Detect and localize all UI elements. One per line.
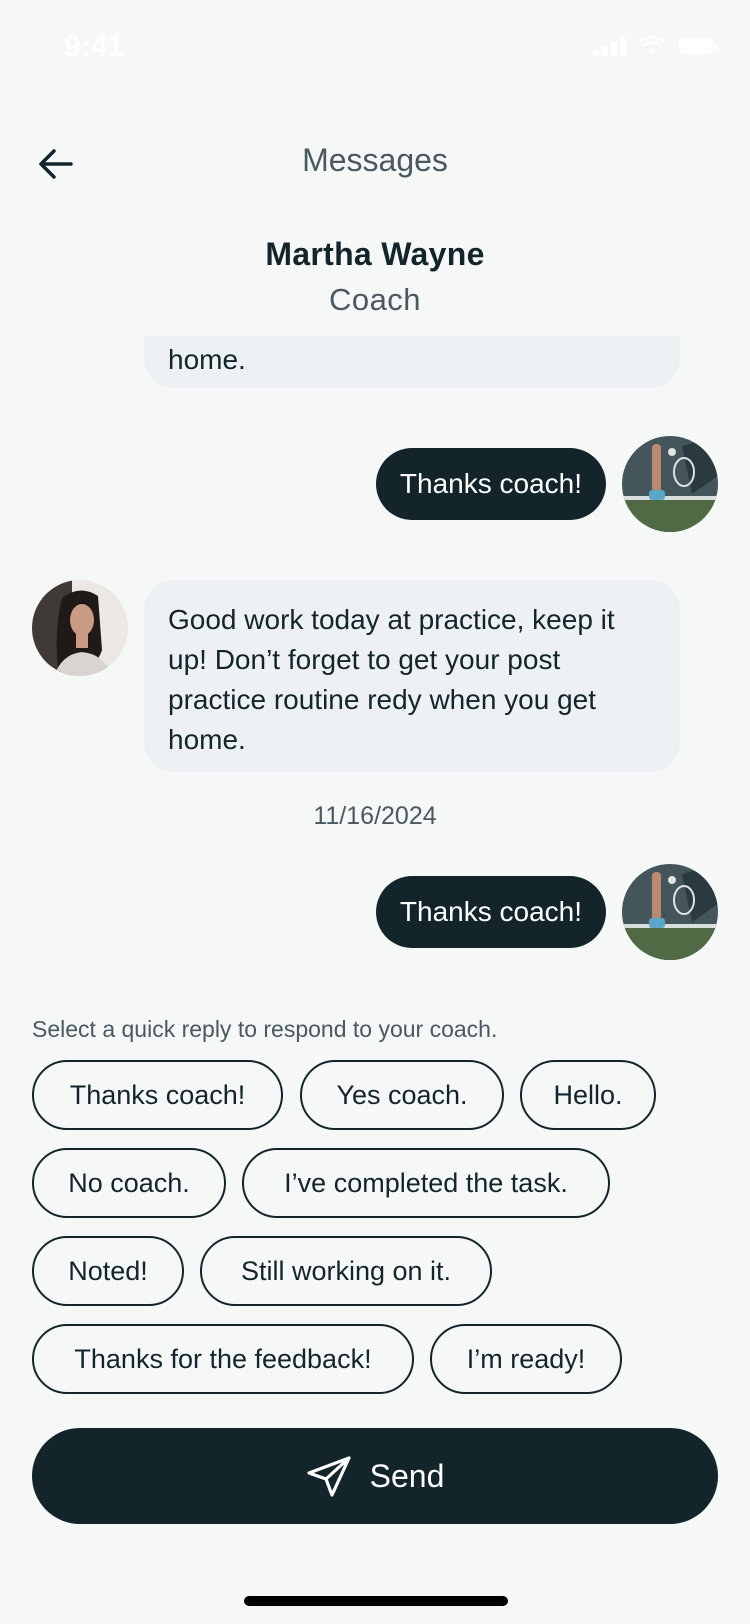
message-text: home. [168,344,246,375]
page-title: Messages [302,142,448,178]
coach-avatar[interactable] [32,580,128,676]
header: Messages [0,120,750,200]
status-icons [593,36,718,56]
message-bubble-outgoing: Thanks coach! [375,448,606,520]
contact-name: Martha Wayne [265,236,485,272]
wifi-icon [638,36,666,56]
quick-reply-chip[interactable]: Yes coach. [300,1060,504,1130]
quick-reply-chip[interactable]: I’ve completed the task. [242,1148,610,1218]
quick-reply-chip[interactable]: I’m ready! [430,1324,622,1394]
user-avatar[interactable] [622,864,718,960]
status-time: 9:41 [64,30,125,63]
message-bubble-incoming: Good work today at practice, keep it up!… [144,580,680,772]
send-icon [307,1456,351,1497]
quick-reply-chip[interactable]: Still working on it. [200,1236,492,1306]
contact-role: Coach [328,282,422,317]
status-bar: 9:41 [0,0,750,96]
home-indicator [244,1596,508,1606]
user-avatar[interactable] [622,436,718,532]
message-bubble-outgoing: Thanks coach! [375,876,606,948]
quick-reply-chip[interactable]: No coach. [32,1148,226,1218]
date-separator: 11/16/2024 [313,802,437,830]
quick-reply-hint: Select a quick reply to respond to your … [32,1016,498,1042]
quick-reply-chip[interactable]: Noted! [32,1236,184,1306]
send-button[interactable]: Send [32,1428,718,1524]
quick-reply-chip[interactable]: Thanks coach! [32,1060,283,1130]
quick-reply-chip[interactable]: Hello. [520,1060,656,1130]
message-bubble-incoming: home. [144,336,680,388]
quick-reply-chip[interactable]: Thanks for the feedback! [32,1324,414,1394]
battery-icon [678,36,718,56]
send-label: Send [369,1457,445,1494]
signal-icon [593,36,626,56]
